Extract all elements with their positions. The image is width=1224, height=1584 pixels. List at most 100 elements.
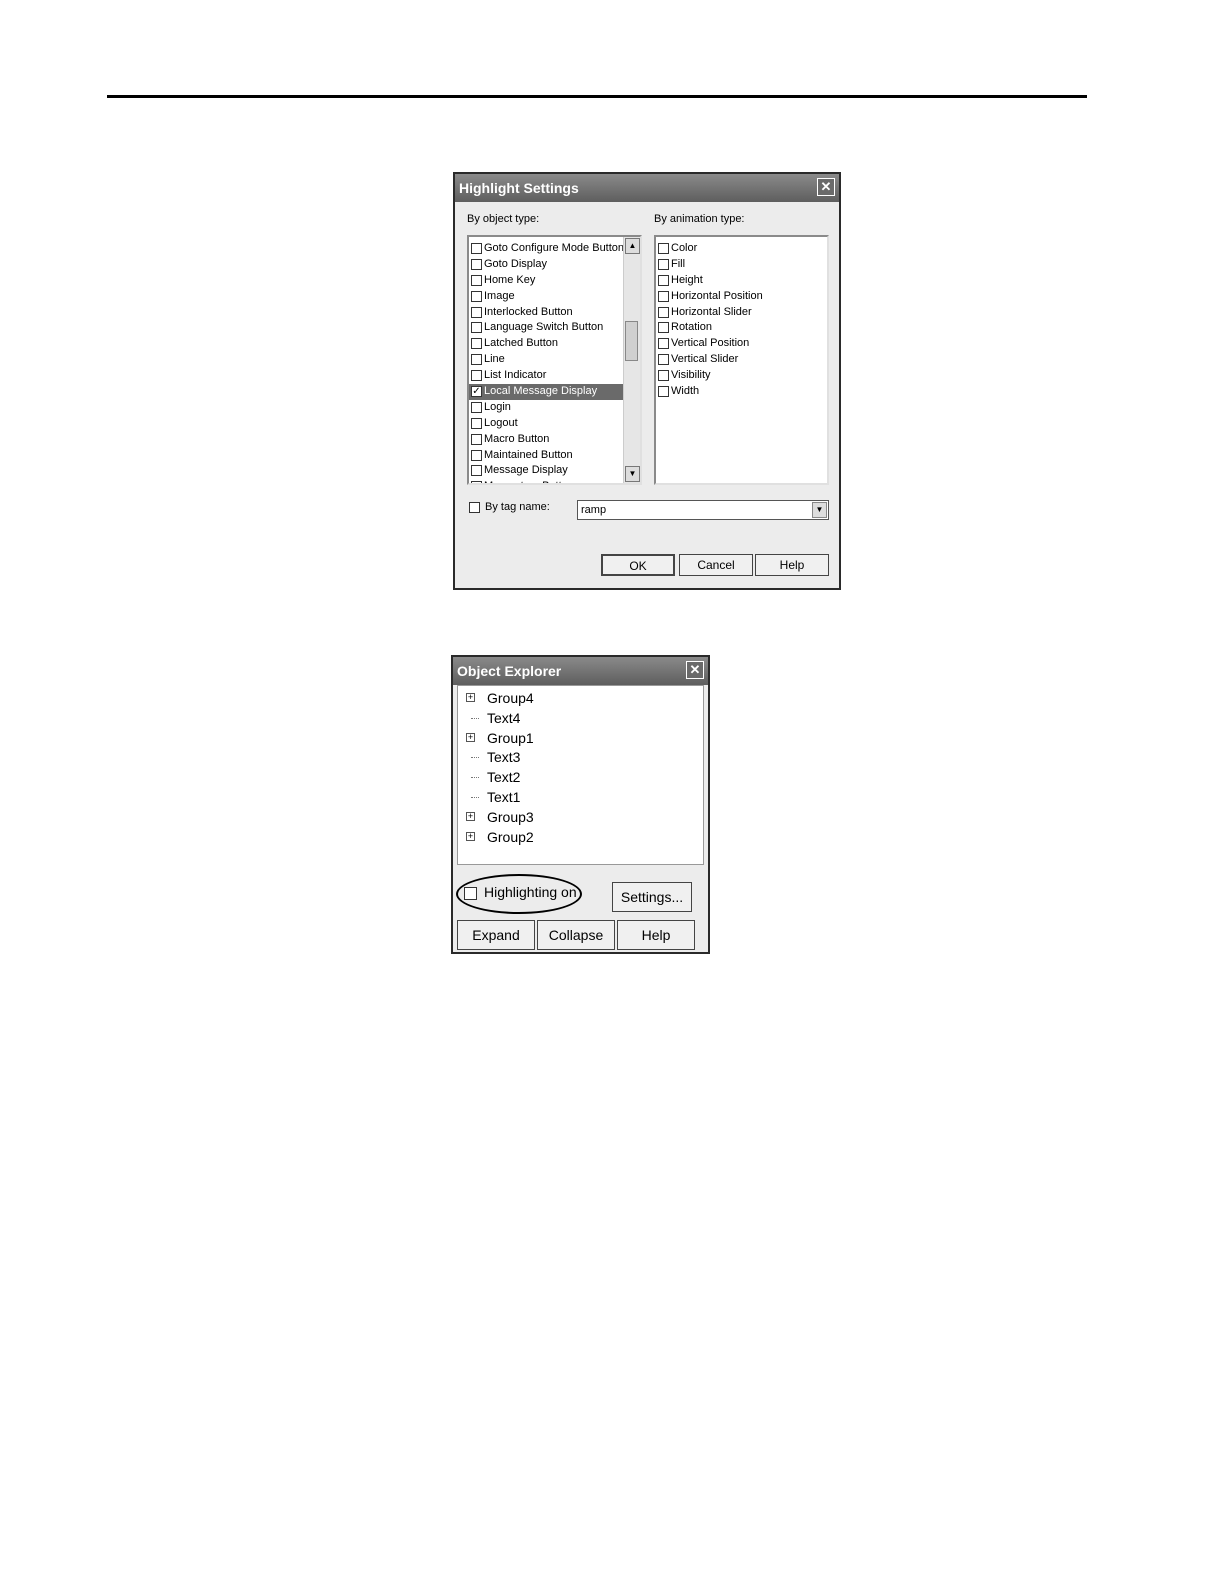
list-item[interactable]: Goto Configure Mode Button	[469, 241, 624, 257]
close-icon[interactable]: ✕	[817, 178, 835, 196]
checkbox-icon[interactable]	[471, 354, 482, 366]
highlight-settings-dialog: Highlight Settings ✕ By object type: By …	[453, 172, 841, 590]
list-item[interactable]: Height	[656, 273, 827, 289]
checkbox-icon[interactable]	[658, 290, 669, 302]
list-item[interactable]: Language Switch Button	[469, 320, 624, 336]
expand-plus-icon[interactable]: +	[466, 693, 475, 702]
animation-type-list[interactable]: Color Fill Height Horizontal Position Horizo…	[654, 235, 829, 485]
list-item[interactable]: Visibility	[656, 368, 827, 384]
tag-name-checkbox[interactable]	[469, 502, 480, 513]
list-item-label: Goto Configure Mode Button	[484, 242, 625, 254]
tree-line-icon	[471, 757, 479, 759]
list-item[interactable]: Login	[469, 400, 624, 416]
checkbox-icon[interactable]	[658, 274, 669, 286]
tree-node-label: Text4	[487, 709, 521, 726]
list-item-label: Login	[484, 400, 511, 413]
list-item[interactable]: Line	[469, 352, 624, 368]
tree-line-icon	[471, 797, 479, 798]
list-item[interactable]: Maintained Button	[469, 448, 624, 464]
list-item[interactable]: Rotation	[656, 320, 827, 336]
checkbox-icon[interactable]	[658, 386, 669, 398]
animation-type-label: By animation type:	[654, 213, 745, 225]
checkbox-icon[interactable]	[471, 370, 482, 382]
list-item[interactable]: Color	[656, 241, 827, 257]
list-item[interactable]: Interlocked Button	[469, 305, 624, 321]
list-item[interactable]: Width	[656, 384, 827, 400]
list-item[interactable]: Latched Button	[469, 336, 624, 352]
scroll-down-icon[interactable]: ▼	[625, 466, 640, 482]
list-item[interactable]: Home Key	[469, 273, 624, 289]
list-item[interactable]: Macro Button	[469, 432, 624, 448]
tree-node-label: Group4	[487, 690, 534, 706]
help-button[interactable]: Help	[755, 554, 829, 576]
checkbox-checked-icon[interactable]: ✓	[471, 386, 482, 398]
list-item[interactable]: Vertical Position	[656, 336, 827, 352]
page-top-rule	[107, 95, 1087, 98]
collapse-button[interactable]: Collapse	[537, 920, 615, 950]
tree-node-label: Text2	[487, 769, 521, 786]
settings-button[interactable]: Settings...	[612, 882, 692, 912]
checkbox-icon[interactable]	[658, 258, 669, 270]
expand-button[interactable]: Expand	[457, 920, 535, 950]
checkbox-icon[interactable]	[658, 306, 669, 318]
list-item[interactable]: Momentary Button	[469, 479, 624, 483]
checkbox-icon[interactable]	[471, 306, 482, 318]
tag-name-combo[interactable]: ramp ▼	[577, 500, 829, 520]
list-item-label: Vertical Slider	[671, 353, 739, 366]
list-item-label: Rotation	[671, 321, 712, 334]
list-item-label: Language Switch Button	[484, 321, 604, 334]
checkbox-icon[interactable]	[471, 433, 482, 445]
object-tree[interactable]: + Group4 Text4 + Group1 Text3 Text2 Text1 + Group…	[457, 685, 704, 865]
list-item[interactable]: ✓ Local Message Display	[469, 384, 624, 400]
object-list-scrollbar[interactable]: ▲ ▼	[623, 237, 640, 483]
checkbox-icon[interactable]	[471, 465, 482, 477]
checkbox-icon[interactable]	[471, 401, 482, 413]
checkbox-icon[interactable]	[471, 243, 482, 254]
list-item[interactable]: Image	[469, 289, 624, 305]
expand-plus-icon[interactable]: +	[466, 831, 475, 841]
list-item[interactable]: Message Display	[469, 463, 624, 479]
scroll-up-icon[interactable]: ▲	[625, 238, 640, 254]
list-item[interactable]: Vertical Slider	[656, 352, 827, 368]
checkbox-icon[interactable]	[658, 322, 669, 334]
list-item-label: List Indicator	[484, 369, 547, 382]
checkbox-icon[interactable]	[658, 243, 669, 254]
expand-plus-icon[interactable]: +	[466, 732, 475, 742]
chevron-down-icon[interactable]: ▼	[812, 502, 827, 518]
list-item[interactable]: List Indicator	[469, 368, 624, 384]
checkbox-icon[interactable]	[658, 338, 669, 350]
list-item-label: Home Key	[484, 273, 536, 286]
list-item[interactable]: Horizontal Position	[656, 289, 827, 305]
checkbox-icon[interactable]	[471, 274, 482, 286]
ok-button[interactable]: OK	[601, 554, 675, 576]
list-item[interactable]: Fill	[656, 257, 827, 273]
list-item-label: Image	[484, 289, 515, 302]
checkbox-icon[interactable]	[471, 338, 482, 350]
close-icon[interactable]: ✕	[686, 661, 704, 679]
checkbox-icon[interactable]	[471, 322, 482, 334]
checkbox-icon[interactable]	[471, 449, 482, 461]
checkbox-icon[interactable]	[658, 354, 669, 366]
help-button[interactable]: Help	[617, 920, 695, 950]
checkbox-icon[interactable]	[471, 417, 482, 429]
list-item[interactable]: Horizontal Slider	[656, 305, 827, 321]
list-item-label: Message Display	[484, 464, 568, 477]
checkbox-icon[interactable]	[471, 290, 482, 302]
tree-line-icon	[471, 777, 479, 779]
list-item[interactable]: Goto Display	[469, 257, 624, 273]
cancel-button[interactable]: Cancel	[679, 554, 753, 576]
list-item[interactable]: Logout	[469, 416, 624, 432]
list-item-label: Macro Button	[484, 432, 550, 445]
checkbox-icon[interactable]	[658, 370, 669, 382]
checkbox-icon[interactable]	[471, 258, 482, 270]
checkbox-icon[interactable]	[471, 481, 482, 483]
tag-name-value: ramp	[581, 504, 607, 516]
tree-node-label: Group2	[487, 828, 534, 845]
tree-node-label: Group1	[487, 729, 534, 746]
expand-plus-icon[interactable]: +	[466, 811, 475, 821]
list-item-label: Color	[671, 242, 698, 254]
tag-name-label: By tag name:	[485, 501, 550, 513]
object-type-list[interactable]: Goto Configure Mode Button Goto Display Ho…	[467, 235, 642, 485]
scroll-thumb[interactable]	[625, 321, 638, 361]
dialog-title: Highlight Settings	[455, 174, 839, 202]
